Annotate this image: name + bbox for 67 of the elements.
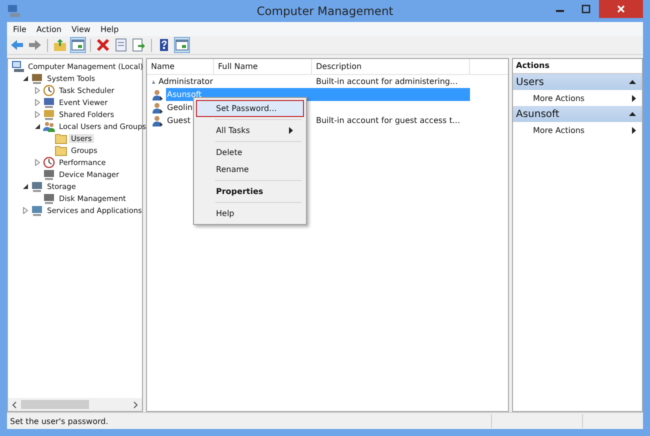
clock-icon (43, 84, 55, 96)
table-cell-text: Built-in account for guest access t... (315, 115, 462, 127)
menu-item[interactable]: View (71, 24, 90, 34)
action-pane-button[interactable] (174, 37, 190, 53)
submenu-arrow-icon (632, 94, 636, 102)
maximize-icon (581, 4, 591, 14)
menu-item[interactable]: Delete (196, 144, 304, 161)
collapse-arrow-icon[interactable] (34, 122, 41, 130)
up-folder-button[interactable] (52, 37, 68, 53)
console-tree-button[interactable] (70, 37, 86, 53)
expand-arrow-icon[interactable] (34, 98, 41, 106)
window-title: Computer Management (256, 4, 394, 18)
actions-section-header[interactable]: Asunsoft (513, 106, 642, 122)
status-text: Set the user's password. (9, 416, 110, 426)
column-header[interactable]: Name (147, 59, 214, 74)
close-icon (616, 4, 626, 14)
collapse-arrow-icon[interactable] (22, 182, 29, 190)
expand-arrow-icon[interactable] (34, 86, 41, 94)
tree-node-icon (31, 72, 43, 84)
menu-item[interactable]: File (13, 24, 26, 34)
user-icon (152, 102, 164, 114)
menu-item[interactable]: Rename (196, 161, 304, 178)
folder-icon (55, 132, 67, 144)
menu-item[interactable]: Help (100, 24, 119, 34)
tree-node-icon (31, 180, 43, 192)
column-header[interactable]: Description (312, 59, 470, 74)
tree-node-icon (43, 192, 55, 204)
menu-item[interactable]: Action (36, 24, 62, 34)
delete-button[interactable] (95, 37, 111, 53)
scroll-left-icon[interactable] (11, 400, 19, 408)
menu-item[interactable]: Properties (196, 183, 304, 200)
scroll-right-icon[interactable] (131, 400, 139, 408)
user-name-cell[interactable]: Geolin (166, 101, 194, 114)
forward-button[interactable] (27, 37, 43, 53)
menu-item[interactable]: Help (196, 205, 304, 222)
back-button[interactable] (9, 37, 25, 53)
close-button[interactable] (599, 0, 643, 18)
collapse-icon (629, 112, 636, 116)
properties-button[interactable] (113, 37, 129, 53)
table-cell-text: Built-in account for administering... (315, 76, 459, 88)
tree-node-icon (43, 108, 55, 120)
expand-arrow-icon[interactable] (34, 158, 41, 166)
user-name-cell[interactable]: Guest (166, 114, 192, 127)
export-button[interactable] (131, 37, 147, 53)
collapse-icon (629, 80, 636, 84)
tree-node-icon (31, 204, 43, 216)
computer-icon (12, 60, 24, 72)
horizontal-scrollbar[interactable] (8, 398, 142, 411)
submenu-arrow-icon (289, 127, 293, 134)
menu-item[interactable]: All Tasks (196, 122, 304, 139)
collapse-arrow-icon[interactable] (22, 74, 29, 82)
gauge-icon (43, 156, 55, 168)
column-header[interactable]: Full Name (214, 59, 312, 74)
submenu-arrow-icon (632, 126, 636, 134)
tree-node-icon (43, 168, 55, 180)
actions-section-header[interactable]: Users (513, 74, 642, 90)
users-icon (43, 120, 55, 132)
user-icon (152, 114, 164, 126)
user-name-cell[interactable]: Administrator (157, 75, 214, 88)
action-item[interactable]: More Actions (533, 126, 585, 134)
expand-arrow-icon[interactable] (34, 110, 41, 118)
expand-arrow-icon[interactable] (22, 206, 29, 214)
folder-icon (55, 144, 67, 156)
menu-item[interactable]: Set Password... (196, 100, 304, 117)
app-icon (7, 4, 21, 18)
action-item[interactable]: More Actions (533, 94, 585, 102)
tree-node-icon (43, 96, 55, 108)
